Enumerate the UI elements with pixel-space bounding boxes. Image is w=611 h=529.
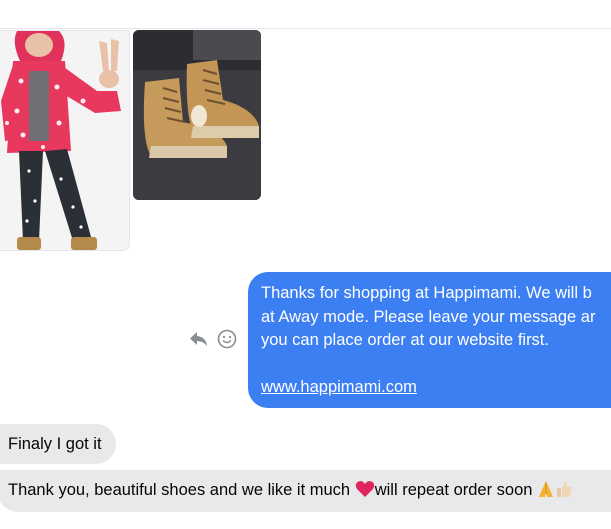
incoming-message-text-end: will repeat order soon (374, 481, 538, 499)
heart-emoji (355, 480, 375, 506)
boots-photo[interactable] (133, 30, 261, 200)
child-photo[interactable] (0, 30, 130, 251)
incoming-message-bubble[interactable]: Thank you, beautiful shoes and we like i… (0, 470, 611, 512)
folded-hands-emoji (537, 480, 555, 506)
header-divider (0, 28, 611, 29)
outgoing-line-2: at Away mode. Please leave your message … (261, 307, 596, 326)
child-photo-illustration (0, 31, 129, 250)
thumbs-up-emoji (555, 480, 573, 506)
outgoing-line-1: Thanks for shopping at Happimami. We wil… (261, 284, 592, 302)
incoming-message-text-start: Thank you, beautiful shoes and we like i… (8, 481, 355, 499)
outgoing-line-3: you can place order at our website first… (261, 331, 549, 349)
outgoing-message-bubble[interactable]: Thanks for shopping at Happimami. We wil… (248, 272, 611, 408)
message-actions (188, 328, 238, 350)
incoming-message-bubble[interactable]: Finaly I got it (0, 424, 116, 464)
reply-icon[interactable] (188, 328, 210, 350)
outgoing-blank-line (261, 353, 611, 377)
boots-photo-illustration (133, 30, 261, 200)
website-link[interactable]: www.happimami.com (261, 376, 611, 400)
incoming-message-text: Finaly I got it (8, 435, 102, 453)
smiley-icon[interactable] (216, 328, 238, 350)
